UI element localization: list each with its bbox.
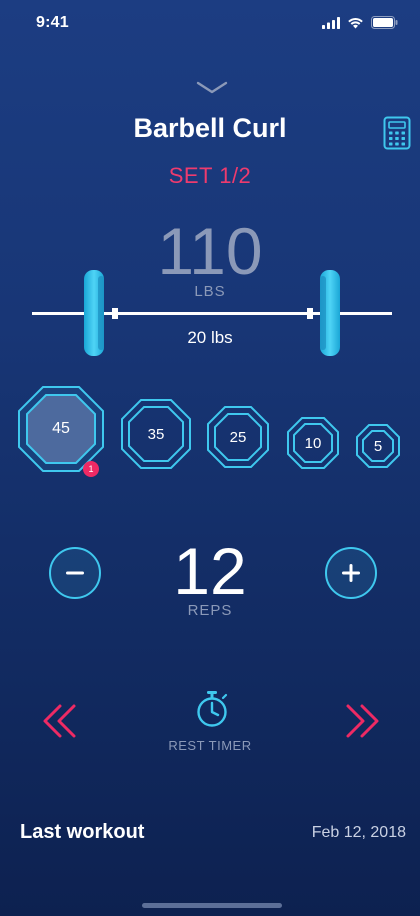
plate-label: 5	[373, 437, 383, 455]
plate-label: 10	[304, 434, 322, 452]
set-label: SET 1/2	[168, 163, 252, 188]
home-indicator[interactable]	[142, 903, 282, 908]
plate-label: 25	[229, 428, 247, 446]
reps-label: REPS	[187, 602, 233, 619]
plus-icon	[342, 564, 360, 582]
plate-10-button[interactable]: 10	[286, 416, 340, 470]
plate-selector: 45 1 35 25 10 5	[0, 380, 420, 480]
last-workout-date: Feb 12, 2018	[311, 824, 406, 841]
rest-timer-label[interactable]: REST TIMER	[0, 738, 420, 753]
battery-icon	[371, 16, 398, 29]
stopwatch-icon[interactable]	[194, 690, 230, 728]
cellular-signal-icon	[322, 16, 340, 29]
plate-label: 35	[147, 425, 165, 443]
exercise-title: Barbell Curl	[133, 113, 287, 143]
wifi-icon	[348, 17, 363, 28]
bar-weight-label: 20 lbs	[187, 328, 233, 347]
plate-count-badge: 1	[83, 461, 99, 477]
plate-5-button[interactable]: 5	[355, 423, 401, 469]
plate-35-button[interactable]: 35	[120, 398, 192, 470]
plate-label: 45	[52, 420, 70, 437]
increment-reps-button[interactable]	[325, 547, 377, 599]
calculator-icon[interactable]	[383, 116, 411, 150]
double-chevron-left-icon[interactable]	[40, 703, 80, 739]
chevron-down-icon[interactable]	[196, 80, 228, 96]
plate-45-button[interactable]: 45 1	[17, 385, 105, 477]
status-icons	[322, 16, 398, 29]
barbell-collar-left	[112, 308, 118, 319]
plate-25-button[interactable]: 25	[206, 405, 270, 469]
status-time: 9:41	[36, 14, 69, 31]
barbell-collar-right	[307, 308, 313, 319]
last-workout-title[interactable]: Last workout	[20, 821, 144, 844]
double-chevron-right-icon[interactable]	[342, 703, 382, 739]
status-bar: 9:41	[0, 0, 420, 46]
